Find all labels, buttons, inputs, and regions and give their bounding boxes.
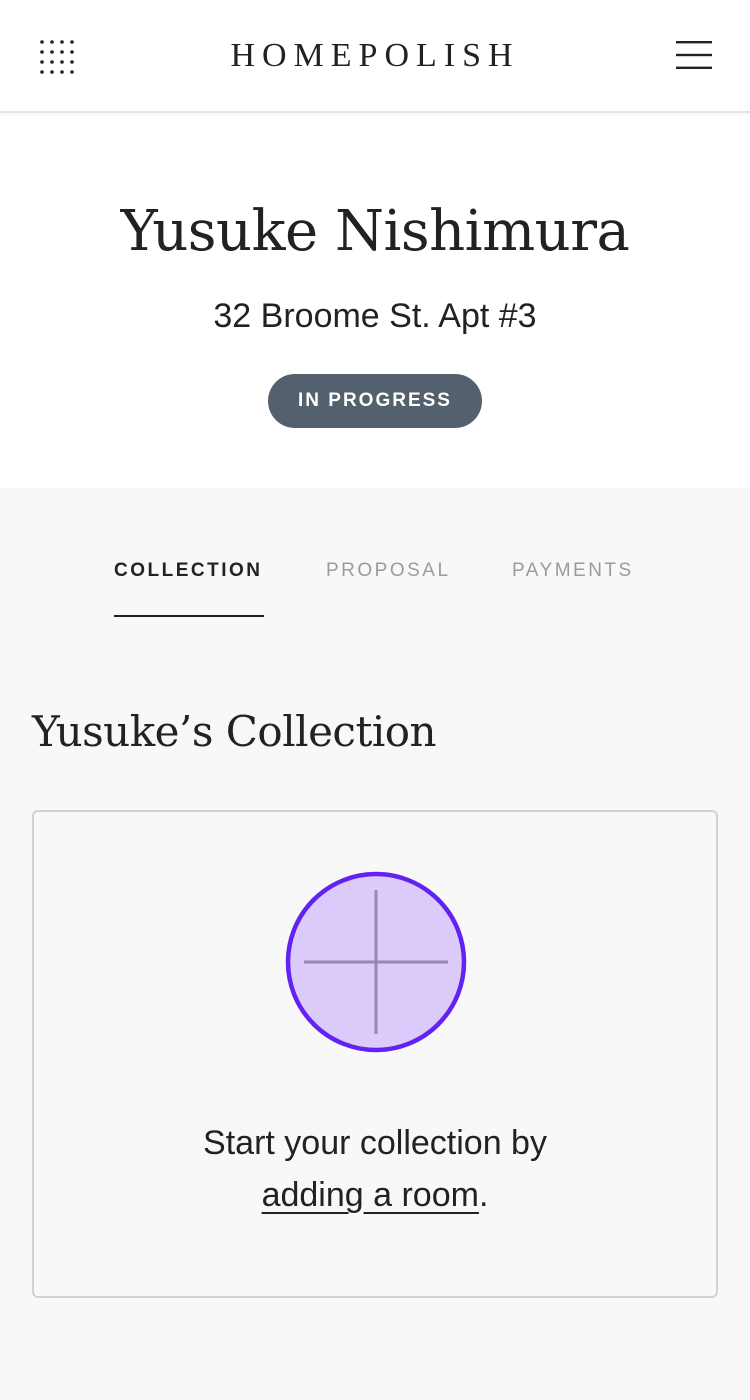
client-profile-header: Yusuke Nishimura 32 Broome St. Apt #3 IN… <box>0 115 750 488</box>
tab-collection[interactable]: COLLECTION <box>114 558 263 584</box>
hamburger-menu-icon[interactable] <box>672 38 716 72</box>
collection-title: Yusuke’s Collection <box>32 707 437 756</box>
top-navigation-bar: HOMEPOLISH <box>0 0 750 113</box>
tab-payments[interactable]: PAYMENTS <box>512 558 634 584</box>
active-tab-indicator <box>114 615 264 617</box>
client-name: Yusuke Nishimura <box>120 199 630 264</box>
status-badge: IN PROGRESS <box>268 374 482 428</box>
tab-proposal[interactable]: PROPOSAL <box>326 558 451 584</box>
plus-circle-icon[interactable] <box>284 870 468 1054</box>
add-room-link[interactable]: adding a room <box>262 1176 479 1214</box>
client-address: 32 Broome St. Apt #3 <box>213 297 537 335</box>
empty-collection-message: Start your collection by adding a room. <box>34 1117 716 1221</box>
empty-collection-card: Start your collection by adding a room. <box>32 810 718 1298</box>
brand-logo[interactable]: HOMEPOLISH <box>0 34 750 78</box>
empty-message-text: Start your collection by <box>203 1124 547 1162</box>
project-tabs: COLLECTION PROPOSAL PAYMENTS <box>0 488 750 628</box>
empty-message-period: . <box>478 1176 489 1214</box>
